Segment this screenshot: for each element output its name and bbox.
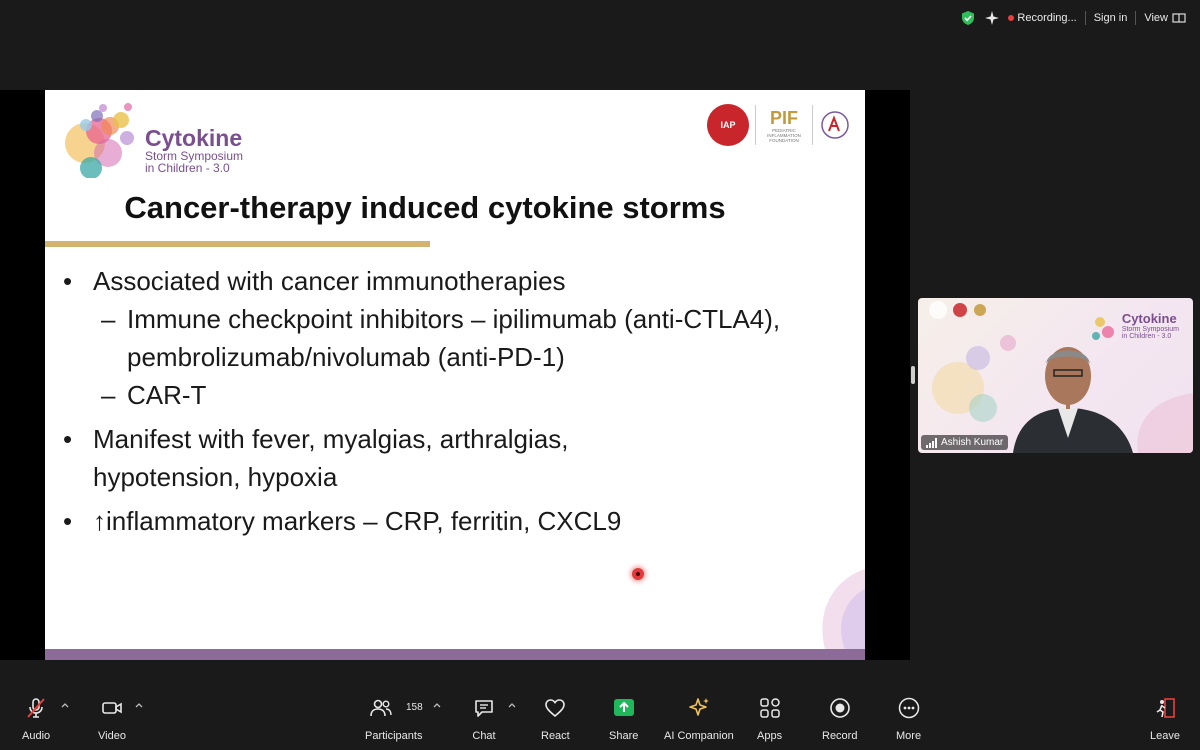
divider [1135,11,1137,25]
bullet-text: Associated with cancer immunotherapies [93,266,566,296]
title-underline [45,241,430,247]
shared-screen: Cytokine Storm Symposium in Children - 3… [0,90,910,660]
pif-logo-mark: PIF [769,107,798,128]
participants-label: Participants [365,730,423,742]
audio-button[interactable]: Audio [22,696,50,742]
participant-video-tile[interactable]: Cytokine Storm Symposium in Children - 3… [918,298,1193,453]
sponsor-logos: IAP PIF PEDIATRIC INFLAMMATION FOUNDATIO… [707,104,851,146]
apps-grid-icon [759,698,780,718]
recording-dot-icon [1008,15,1015,21]
shield-check-icon[interactable] [960,10,976,26]
ai-companion-label: AI Companion [664,730,734,742]
meeting-toolbar: Audio Video Participants 158 Chat React … [0,690,1200,750]
record-button[interactable]: Record [822,696,857,742]
symposium-logo-text: Cytokine Storm Symposium in Children - 3… [145,126,243,174]
record-icon [829,698,850,718]
participant-name-tag: Ashish Kumar [921,435,1009,450]
react-button[interactable]: React [541,696,570,742]
audio-label: Audio [22,730,51,742]
view-button[interactable]: View [1144,12,1186,24]
share-label: Share [609,730,639,742]
more-dots-icon [898,697,919,719]
top-bar: Recording... Sign in View [0,0,1200,40]
symposium-logo: Cytokine Storm Symposium in Children - 3… [55,98,255,179]
leave-button[interactable]: Leave [1150,696,1180,742]
pif-logo-text: PEDIATRIC INFLAMMATION FOUNDATION [767,127,801,143]
apps-label: Apps [757,730,783,742]
participant-name: Ashish Kumar [941,437,1004,448]
split-view-drag-handle[interactable] [911,366,915,384]
video-logo-subtitle: in Children - 3.0 [1121,333,1172,340]
bullet-marker: • [63,506,73,536]
decorative-wave-icon [822,569,865,649]
slide-title: Cancer-therapy induced cytokine storms [124,190,726,225]
chat-options-chevron-icon[interactable] [507,700,517,710]
top-right-controls: Recording... Sign in View [960,10,1186,26]
leave-label: Leave [1150,730,1180,742]
share-button[interactable]: Share [609,696,638,742]
sub-bullet-marker: – [101,304,116,334]
ca-logo-icon [821,111,849,139]
laser-pointer-icon [632,568,644,580]
ai-sparkle-icon[interactable] [984,10,1000,26]
bullet-list: • Associated with cancer immunotherapies… [63,262,823,540]
sub-bullet-item: – CAR-T [63,376,823,414]
bullet-marker: • [63,266,73,296]
ai-companion-sparkle-icon [689,698,709,716]
more-button[interactable]: More [896,696,921,742]
recording-indicator[interactable]: Recording... [1008,12,1077,24]
share-screen-icon [613,699,634,716]
symposium-logo-title: Cytokine [145,125,243,151]
video-label: Video [98,730,126,742]
bullet-text: Manifest with fever, myalgias, arthralgi… [93,424,569,492]
participants-icon [369,699,392,717]
view-grid-icon [1172,13,1186,23]
video-background-logo: Cytokine Storm Symposium in Children - 3… [1121,311,1179,341]
video-logo-subtitle: Storm Symposium [1121,326,1179,333]
video-options-chevron-icon[interactable] [134,700,144,710]
video-camera-icon [102,702,122,714]
apps-button[interactable]: Apps [757,696,782,742]
heart-icon [545,699,566,718]
microphone-muted-icon [27,698,45,718]
video-logo-title: Cytokine [1121,311,1177,326]
bullet-marker: • [63,424,73,454]
recording-label: Recording... [1017,12,1077,24]
more-label: More [896,730,922,742]
chat-button[interactable]: Chat [472,696,496,742]
sub-bullet-marker: – [101,380,116,410]
bullet-item: • Manifest with fever, myalgias, arthral… [63,420,823,496]
sign-in-button[interactable]: Sign in [1094,12,1128,24]
bullet-item: • ↑inflammatory markers – CRP, ferritin,… [63,502,823,540]
view-label: View [1144,12,1168,24]
pif-logo: PIF PEDIATRIC INFLAMMATION FOUNDATION [762,108,806,143]
symposium-logo-subtitle: in Children - 3.0 [145,161,230,175]
iap-logo: IAP [707,104,749,146]
bubbles-logo-icon [65,103,134,179]
audio-options-chevron-icon[interactable] [60,700,70,710]
divider [812,105,813,145]
ai-companion-button[interactable]: AI Companion [664,696,734,742]
bullet-item: • Associated with cancer immunotherapies [63,262,823,300]
slide-footer-bar [45,649,865,660]
sub-bullet-text: Immune checkpoint inhibitors – ipilimuma… [127,304,781,372]
leave-door-icon [1156,698,1175,718]
sub-bullet-text: CAR-T [127,380,207,410]
participant-count-badge: 158 [406,702,423,713]
sub-bullet-item: – Immune checkpoint inhibitors – ipilimu… [63,300,823,376]
chat-label: Chat [472,730,496,742]
divider [755,105,756,145]
divider [1084,11,1086,25]
participants-options-chevron-icon[interactable] [432,700,442,710]
presentation-slide: Cytokine Storm Symposium in Children - 3… [45,90,865,660]
react-label: React [541,730,570,742]
record-label: Record [822,730,858,742]
video-button[interactable]: Video [98,696,126,742]
bullet-text: ↑inflammatory markers – CRP, ferritin, C… [93,506,622,536]
signal-strength-icon [926,437,937,448]
chat-icon [475,700,493,717]
